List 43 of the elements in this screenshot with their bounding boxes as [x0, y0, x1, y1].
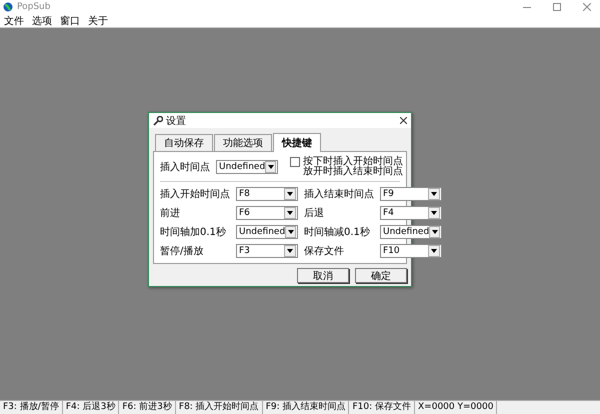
globe-icon [3, 2, 13, 12]
field-label: 插入开始时间点 [160, 188, 230, 201]
dropdown[interactable]: Undefined [236, 225, 298, 239]
field-label: 保存文件 [304, 244, 345, 258]
window-title: PopSub [17, 2, 50, 12]
status-cell: F6: 前进3秒 [119, 401, 176, 414]
field-label: 暂停/播放 [160, 244, 204, 258]
wrench-icon [153, 116, 163, 126]
maximize-icon[interactable] [553, 3, 561, 11]
tab[interactable]: 功能选项 [214, 134, 272, 151]
dialog-button[interactable]: 确定 [355, 268, 407, 283]
dropdown[interactable]: F8 [236, 187, 298, 201]
dropdown[interactable]: Undefined [380, 225, 442, 239]
field-label: 时间轴减0.1秒 [304, 226, 371, 239]
field-label: 时间轴加0.1秒 [160, 226, 227, 239]
field-label: 前进 [160, 206, 181, 220]
status-cell: F9: 插入结束时间点 [262, 401, 350, 414]
status-cell: F8: 插入开始时间点 [176, 401, 263, 414]
field-label: 插入时间点 [160, 160, 210, 174]
status-cell: F4: 后退3秒 [62, 401, 120, 414]
dialog-button[interactable]: 取消 [297, 268, 349, 283]
minimize-icon[interactable] [523, 6, 531, 8]
checkbox-label: 按下时插入开始时间点放开时插入结束时间点 [303, 157, 403, 177]
field-label: 后退 [304, 206, 325, 220]
status-cell: X=0000 Y=0000 [415, 401, 498, 414]
status-cell: F10: 保存文件 [349, 401, 416, 414]
close-icon[interactable] [400, 117, 407, 124]
dropdown[interactable]: F3 [236, 244, 298, 258]
menu-item[interactable]: 窗口 [60, 14, 80, 28]
dropdown[interactable]: F10 [380, 244, 442, 258]
dropdown[interactable]: Undefined [216, 160, 278, 174]
tab[interactable]: 快捷键 [273, 133, 321, 152]
tab[interactable]: 自动保存 [155, 134, 213, 151]
menu-item[interactable]: 选项 [32, 14, 52, 28]
dialog-title: 设置 [166, 114, 186, 128]
dropdown[interactable]: F6 [236, 206, 298, 220]
dropdown[interactable]: F4 [380, 206, 442, 220]
checkbox[interactable] [290, 157, 300, 167]
menu-item[interactable]: 文件 [4, 14, 24, 28]
status-cell: F3: 播放/暂停 [0, 401, 63, 414]
menu-item[interactable]: 关于 [88, 14, 108, 28]
dropdown[interactable]: F9 [380, 187, 442, 201]
field-label: 插入结束时间点 [304, 188, 374, 201]
